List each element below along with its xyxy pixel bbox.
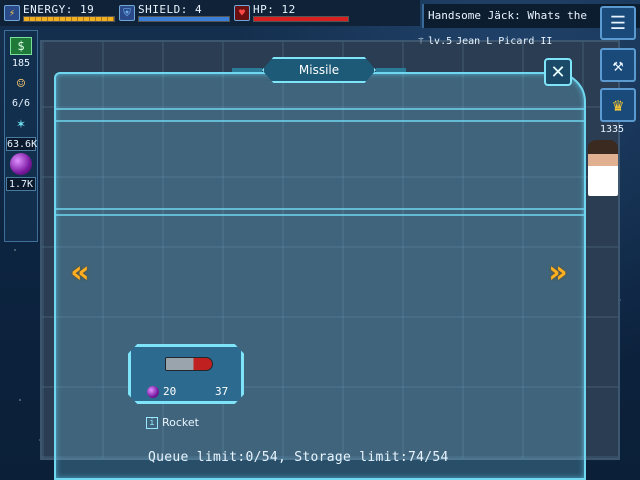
item-cost: 20 [147,385,176,398]
shield-label: SHIELD: 4 [138,3,203,16]
energy-bar-fill [24,17,114,21]
divider-top-2 [56,120,584,122]
gas-button[interactable] [8,153,34,175]
build-button[interactable]: ⚒ [600,48,636,82]
player-rank: lv.5 [428,36,453,47]
player-name: Jean L Picard II [456,36,553,47]
cash-icon[interactable]: $ [10,37,32,55]
crew-value: 6/6 [11,98,31,109]
chat-icon: ☰ [609,12,627,34]
rank-icon: ⚚ [418,36,425,47]
title-tab-wing-right [376,68,406,72]
crystal-icon[interactable]: ✶ [8,113,34,135]
hp-bar [253,16,349,22]
shield-bar-fill [139,17,229,21]
ship-status-hud: ⚡ ENERGY: 19 ⛨ SHIELD: 4 ♥ HP: 12 [0,0,420,26]
resource-sidebar: $ 185 ☺ 6/6 ✶ 63.6K 1.7K [4,30,38,242]
chat-button[interactable]: ☰ [600,6,636,40]
trophy-button[interactable]: ♛ [600,88,636,122]
player-info[interactable]: ⚚ lv.5 Jean L Picard II [418,34,598,50]
gas-cost-icon [147,385,159,398]
rocket-item-card[interactable]: 20 37 [128,344,244,404]
hp-label: HP: 12 [253,3,296,16]
queue-storage-limits: Queue limit:0/54, Storage limit:74/54 [148,450,449,465]
energy-label: ENERGY: 19 [23,3,95,16]
heart-icon: ♥ [234,5,250,21]
divider-top-1 [56,108,584,110]
item-build-time: 37 [215,385,229,398]
shield-bar [138,16,230,22]
shield-icon: ⛨ [119,5,135,21]
close-icon: ✕ [550,61,566,83]
dialog-title-tab: Missile [262,57,376,83]
cash-value: 185 [11,58,31,69]
crew-member-sprite[interactable] [588,140,618,196]
chevron-right-icon: » [548,255,568,290]
info-icon[interactable]: i [146,416,158,429]
hp-bar-fill [254,17,348,21]
build-icon: ⚒ [612,54,624,76]
previous-page-button[interactable]: « [62,258,98,288]
next-page-button[interactable]: » [540,258,576,288]
crew-icon[interactable]: ☺ [8,73,34,95]
gas-value: 63.6K [6,137,38,151]
score-value: 1335 [600,124,625,135]
trophy-icon: ♛ [612,94,624,116]
missile-dialog [54,72,586,480]
energy-bar [23,16,115,22]
hp-stat: ♥ HP: 12 [234,4,349,22]
dialog-title: Missile [298,63,340,77]
shield-stat: ⛨ SHIELD: 4 [119,4,230,22]
title-tab-wing-left [232,68,262,72]
item-name-row[interactable]: i Rocket [146,416,199,429]
energy-stat: ⚡ ENERGY: 19 [4,4,115,22]
mineral-value: 1.7K [6,177,36,191]
energy-icon: ⚡ [4,5,20,21]
divider-mid-2 [56,214,584,216]
item-name: Rocket [162,416,199,429]
gas-icon [10,153,32,175]
close-button[interactable]: ✕ [544,58,572,86]
divider-mid-1 [56,208,584,210]
rocket-icon [165,357,213,371]
item-cost-value: 20 [163,385,177,398]
chevron-left-icon: « [70,255,90,290]
